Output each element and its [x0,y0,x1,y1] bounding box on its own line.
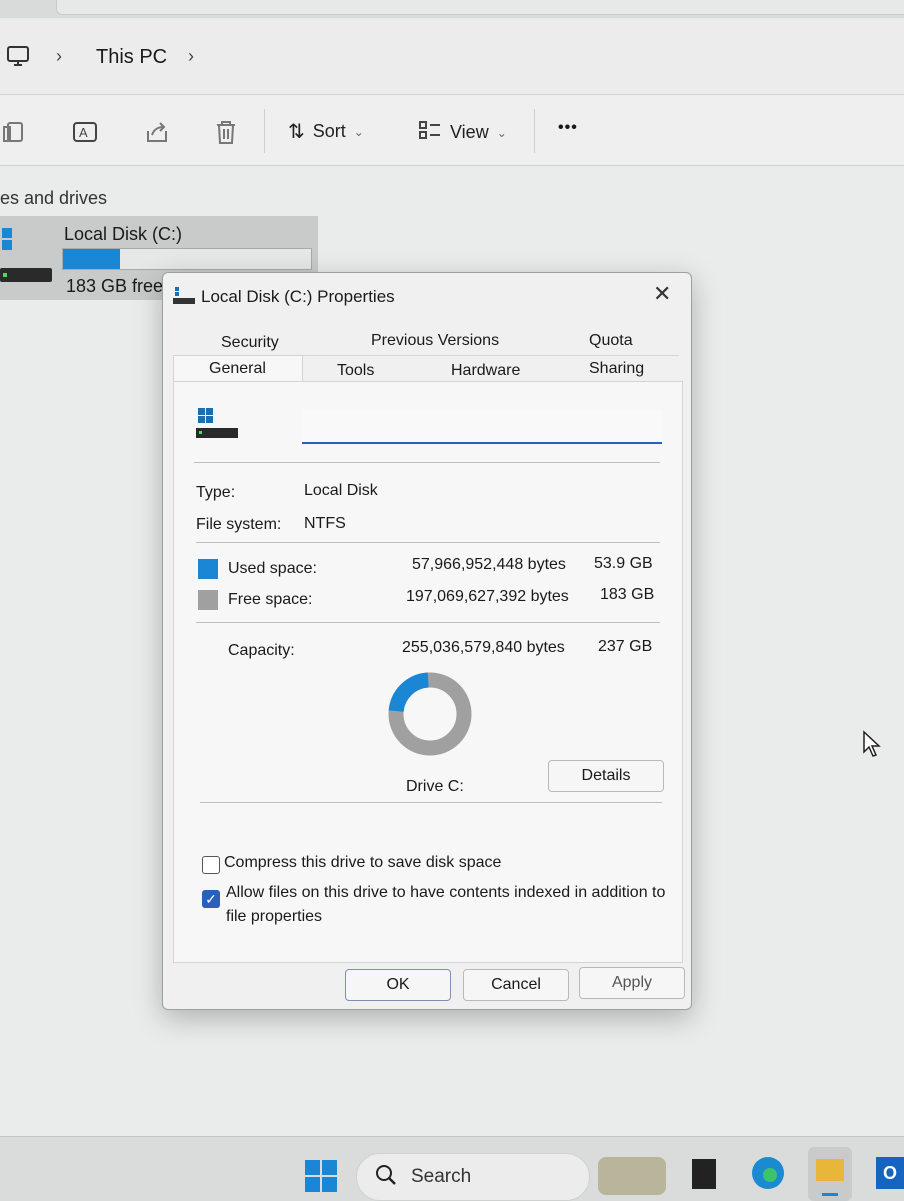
rename-icon[interactable]: A [72,119,98,150]
drive-large-icon [196,406,240,447]
compress-checkbox[interactable] [202,856,220,874]
active-indicator [822,1193,838,1196]
windows-drive-icon [0,226,54,287]
drive-usage-bar [62,248,312,270]
search-icon [375,1164,397,1191]
used-space-gb: 53.9 GB [594,555,653,572]
mouse-cursor-icon [862,730,882,763]
file-system-label: File system: [196,516,282,533]
delete-icon[interactable] [214,119,238,150]
copy-icon[interactable] [2,119,26,150]
sort-label: Sort [312,121,346,141]
divider [194,462,660,463]
free-space-bytes: 197,069,627,392 bytes [406,588,569,605]
chevron-down-icon: ⌄ [353,124,364,139]
used-space-label: Used space: [228,560,317,577]
compress-label: Compress this drive to save disk space [224,854,502,871]
tab-row-1: Security Previous Versions Quota [173,329,679,356]
window-top-inner [56,0,904,15]
sort-button[interactable]: ⇅ Sort ⌄ [288,119,364,144]
capacity-gb: 237 GB [598,638,653,655]
view-icon [418,119,442,146]
chevron-right-icon[interactable]: › [188,46,194,67]
capacity-label: Capacity: [228,642,295,659]
search-label: Search [411,1166,472,1187]
tab-hardware[interactable]: Hardware [451,362,520,380]
edge-icon[interactable] [750,1155,786,1196]
cancel-button[interactable]: Cancel [463,969,569,1001]
drive-name-field[interactable] [302,410,662,444]
ok-button[interactable]: OK [345,969,451,1001]
taskbar: Search O [0,1136,904,1201]
toolbar-separator [264,109,265,153]
index-label: Allow files on this drive to have conten… [226,884,666,901]
type-value: Local Disk [304,482,378,499]
drive-small-icon [173,285,195,310]
command-bar: A ⇅ Sort ⌄ View ⌄ ••• [0,95,904,166]
apply-button[interactable]: Apply [579,967,685,999]
divider [200,802,662,803]
properties-dialog: Local Disk (C:) Properties ✕ Security Pr… [162,272,692,1010]
breadcrumb-this-pc[interactable]: This PC [96,46,167,69]
chevron-right-icon[interactable]: › [56,46,62,67]
drive-name: Local Disk (C:) [64,224,183,244]
index-label-continued: file properties [226,908,323,925]
type-label: Type: [196,484,236,501]
tab-general[interactable]: General [209,360,266,378]
tab-quota[interactable]: Quota [589,332,633,350]
task-view-icon[interactable] [692,1159,716,1189]
start-icon[interactable] [304,1159,338,1198]
folder-icon [816,1159,844,1181]
capacity-bytes: 255,036,579,840 bytes [402,639,565,656]
chevron-down-icon: ⌄ [496,125,507,140]
sort-icon: ⇅ [288,121,305,143]
details-button[interactable]: Details [548,760,664,792]
drive-usage-fill [63,249,121,269]
tab-previous-versions[interactable]: Previous Versions [371,332,499,350]
view-label: View [450,122,489,142]
divider [196,542,660,543]
tab-tools[interactable]: Tools [337,362,374,380]
index-checkbox[interactable]: ✓ [202,890,220,908]
free-space-label: Free space: [228,591,313,608]
more-options-button[interactable]: ••• [558,119,578,137]
close-icon[interactable]: ✕ [653,281,671,307]
disk-usage-donut [388,672,472,756]
tab-row-2: General Tools Hardware Sharing [173,355,679,383]
file-explorer-taskbar-icon[interactable] [808,1147,852,1201]
used-space-bytes: 57,966,952,448 bytes [412,556,566,573]
svg-text:A: A [79,125,88,140]
drive-free-text: 183 GB free [66,276,164,296]
file-system-value: NTFS [304,515,346,532]
address-bar: › This PC › [0,20,904,95]
used-space-swatch [198,559,218,579]
outlook-icon[interactable]: O [876,1157,904,1189]
divider [196,622,660,623]
monitor-icon[interactable] [6,44,30,73]
widgets-icon[interactable] [598,1157,666,1195]
general-tab-panel: Type: Local Disk File system: NTFS Used … [173,381,683,963]
tab-sharing[interactable]: Sharing [589,360,644,378]
dialog-title: Local Disk (C:) Properties [201,287,395,306]
tab-security[interactable]: Security [221,334,279,352]
toolbar-separator [534,109,535,153]
view-button[interactable]: View ⌄ [418,119,507,146]
section-header: es and drives [0,188,108,208]
free-space-swatch [198,590,218,610]
drive-caption: Drive C: [406,778,464,795]
taskbar-search[interactable]: Search [356,1153,590,1201]
free-space-gb: 183 GB [600,586,655,603]
share-icon[interactable] [144,119,170,150]
